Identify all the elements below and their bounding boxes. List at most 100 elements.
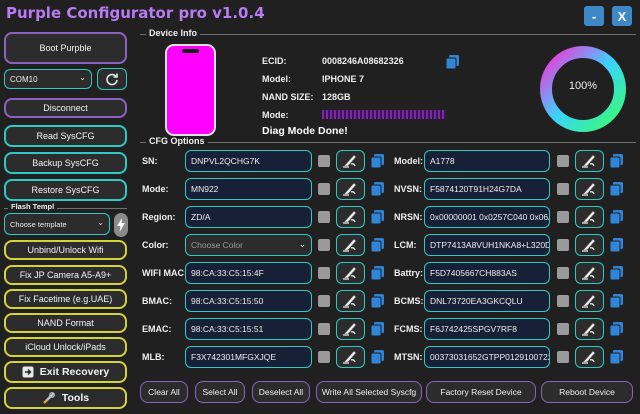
cfg-copy-button-left-1[interactable] (370, 181, 386, 197)
cfg-copy-button-left-2[interactable] (370, 209, 386, 225)
write-hand-icon (342, 210, 356, 224)
cfg-input-right-6[interactable]: F6J742425SPGV7RF8 (424, 318, 550, 340)
cfg-value-right-5: DNL73720EA3GKCQLU (430, 296, 523, 306)
minimize-button[interactable]: - (584, 6, 604, 26)
cfg-checkbox-right-0[interactable] (557, 155, 569, 167)
cfg-checkbox-left-0[interactable] (318, 155, 330, 167)
cfg-write-button-left-0[interactable] (336, 150, 365, 172)
cfg-copy-button-right-0[interactable] (609, 153, 625, 169)
read-syscfg-button[interactable]: Read SysCFG (4, 125, 127, 147)
flash-button[interactable] (114, 213, 128, 237)
cfg-input-right-2[interactable]: 0x00000001 0x0257C040 0x06A04 (424, 206, 550, 228)
cfg-checkbox-left-7[interactable] (318, 351, 330, 363)
refresh-button[interactable] (97, 68, 127, 90)
close-button[interactable]: X (612, 6, 632, 26)
factory-reset-button[interactable]: Factory Reset Device (426, 381, 536, 403)
cfg-value-left-7: F3X742301MFGXJQE (191, 352, 277, 362)
cfg-checkbox-right-2[interactable] (557, 211, 569, 223)
color-select[interactable]: Choose Color ⌄ (185, 234, 312, 256)
select-all-button[interactable]: Select All (195, 381, 245, 403)
cfg-checkbox-left-2[interactable] (318, 211, 330, 223)
cfg-input-right-7[interactable]: 00373031652GTPP0129100722476 (424, 346, 550, 368)
copy-icon (370, 350, 384, 365)
write-hand-icon (581, 210, 595, 224)
cfg-input-right-0[interactable]: A1778 (424, 150, 550, 172)
disconnect-button[interactable]: Disconnect (4, 98, 127, 118)
backup-syscfg-button[interactable]: Backup SysCFG (4, 152, 127, 174)
deselect-all-button[interactable]: Deselect All (252, 381, 310, 403)
cfg-copy-button-right-2[interactable] (609, 209, 625, 225)
cfg-write-button-left-3[interactable] (336, 234, 365, 256)
cfg-copy-button-left-5[interactable] (370, 293, 386, 309)
cfg-checkbox-right-4[interactable] (557, 267, 569, 279)
cfg-copy-button-left-7[interactable] (370, 349, 386, 365)
cfg-input-left-4[interactable]: 98:CA:33:C5:15:4F (185, 262, 312, 284)
reboot-device-button[interactable]: Reboot Device (541, 381, 633, 403)
copy-ecid-button[interactable] (445, 54, 461, 70)
cfg-label-left-1: Mode: (142, 184, 169, 194)
cfg-input-right-4[interactable]: F5D7405667CH883AS (424, 262, 550, 284)
cfg-checkbox-right-1[interactable] (557, 183, 569, 195)
write-all-syscfg-button[interactable]: Write All Selected Syscfg (316, 381, 422, 403)
cfg-write-button-right-2[interactable] (575, 206, 604, 228)
cfg-checkbox-left-1[interactable] (318, 183, 330, 195)
copy-icon (609, 350, 623, 365)
cfg-input-left-7[interactable]: F3X742301MFGXJQE (185, 346, 312, 368)
cfg-write-button-left-5[interactable] (336, 290, 365, 312)
cfg-checkbox-left-5[interactable] (318, 295, 330, 307)
cfg-checkbox-right-3[interactable] (557, 239, 569, 251)
cfg-input-left-2[interactable]: ZD/A (185, 206, 312, 228)
cfg-checkbox-right-5[interactable] (557, 295, 569, 307)
cfg-write-button-left-4[interactable] (336, 262, 365, 284)
cfg-checkbox-right-6[interactable] (557, 323, 569, 335)
chevron-down-icon: ⌄ (79, 73, 86, 82)
cfg-copy-button-right-3[interactable] (609, 237, 625, 253)
tools-button[interactable]: Tools (4, 387, 127, 409)
cfg-write-button-left-6[interactable] (336, 318, 365, 340)
cfg-copy-button-left-3[interactable] (370, 237, 386, 253)
cfg-checkbox-right-7[interactable] (557, 351, 569, 363)
cfg-input-right-3[interactable]: DTP7413A8VUH1NKA8+L320DBF (424, 234, 550, 256)
cfg-copy-button-right-6[interactable] (609, 321, 625, 337)
cfg-copy-button-left-0[interactable] (370, 153, 386, 169)
cfg-write-button-left-1[interactable] (336, 178, 365, 200)
cfg-checkbox-left-4[interactable] (318, 267, 330, 279)
cfg-write-button-right-4[interactable] (575, 262, 604, 284)
cfg-write-button-right-6[interactable] (575, 318, 604, 340)
cfg-input-right-1[interactable]: F5874120T91H24G7DA (424, 178, 550, 200)
cfg-write-button-right-7[interactable] (575, 346, 604, 368)
cfg-value-right-6: F6J742425SPGV7RF8 (430, 324, 517, 334)
cfg-input-left-5[interactable]: 98:CA:33:C5:15:50 (185, 290, 312, 312)
cfg-copy-button-right-5[interactable] (609, 293, 625, 309)
cfg-copy-button-left-6[interactable] (370, 321, 386, 337)
fix-jp-camera-button[interactable]: Fix JP Camera A5-A9+ (4, 265, 127, 285)
restore-syscfg-button[interactable]: Restore SysCFG (4, 179, 127, 201)
exit-recovery-button[interactable]: Exit Recovery (4, 361, 127, 383)
cfg-copy-button-right-7[interactable] (609, 349, 625, 365)
cfg-write-button-left-7[interactable] (336, 346, 365, 368)
cfg-write-button-right-1[interactable] (575, 178, 604, 200)
cfg-input-left-0[interactable]: DNPVL2QCHG7K (185, 150, 312, 172)
port-select[interactable]: COM10 ⌄ (4, 69, 92, 89)
unbind-wifi-button[interactable]: Unbind/Unlock Wifi (4, 240, 127, 260)
cfg-copy-button-right-1[interactable] (609, 181, 625, 197)
cfg-write-button-right-5[interactable] (575, 290, 604, 312)
template-select[interactable]: Choose template ⌄ (4, 213, 110, 235)
copy-icon (609, 294, 623, 309)
icloud-unlock-button[interactable]: iCloud Unlock/iPads (4, 337, 127, 357)
lightning-icon (117, 218, 125, 232)
cfg-input-left-1[interactable]: MN922 (185, 178, 312, 200)
cfg-copy-button-right-4[interactable] (609, 265, 625, 281)
cfg-copy-button-left-4[interactable] (370, 265, 386, 281)
cfg-write-button-left-2[interactable] (336, 206, 365, 228)
cfg-write-button-right-3[interactable] (575, 234, 604, 256)
cfg-write-button-right-0[interactable] (575, 150, 604, 172)
cfg-input-left-6[interactable]: 98:CA:33:C5:15:51 (185, 318, 312, 340)
cfg-checkbox-left-6[interactable] (318, 323, 330, 335)
cfg-input-right-5[interactable]: DNL73720EA3GKCQLU (424, 290, 550, 312)
clear-all-button[interactable]: Clear All (140, 381, 188, 403)
nand-format-button[interactable]: NAND Format (4, 313, 127, 333)
fix-facetime-button[interactable]: Fix Facetime (e.g.UAE) (4, 289, 127, 309)
cfg-checkbox-left-3[interactable] (318, 239, 330, 251)
boot-button[interactable]: Boot Purpble (4, 32, 127, 64)
